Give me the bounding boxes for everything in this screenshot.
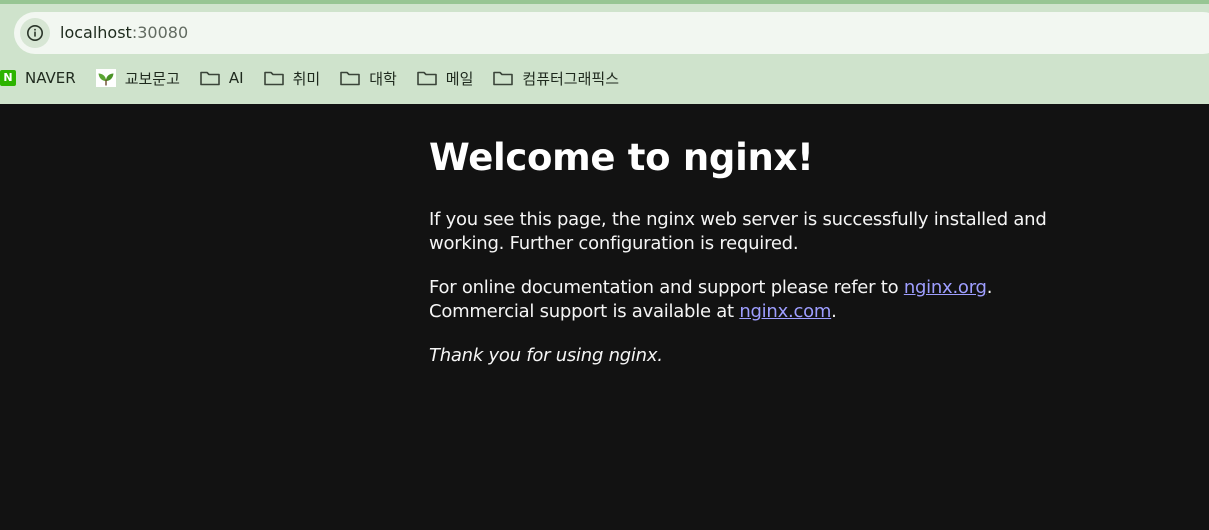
bookmark-label: 메일 [445, 69, 474, 88]
folder-icon [493, 70, 514, 86]
punctuation-period: . [986, 277, 993, 298]
thank-you-message: Thank you for using nginx. [429, 344, 1109, 368]
url-port: :30080 [131, 23, 189, 42]
folder-icon [200, 70, 220, 86]
bookmark-folder-university[interactable]: 대학 [330, 62, 407, 94]
bookmark-folder-mail[interactable]: 메일 [407, 62, 484, 94]
bookmark-label: AI [228, 69, 244, 87]
documentation-paragraph: For online documentation and support ple… [429, 276, 1109, 324]
commercial-support-text: Commercial support is available at [429, 301, 740, 322]
punctuation-period: . [831, 301, 837, 322]
browser-toolbar: localhost:30080 N NAVER 교보문고 AI 취미 대학 메일… [0, 4, 1209, 104]
info-circle-icon [26, 24, 44, 42]
address-bar[interactable]: localhost:30080 [14, 12, 1209, 54]
install-message: If you see this page, the nginx web serv… [429, 209, 1047, 254]
bookmark-label: 대학 [369, 69, 397, 88]
bookmarks-bar: N NAVER 교보문고 AI 취미 대학 메일 컴퓨터그래픽스 [0, 62, 629, 94]
folder-icon [416, 70, 437, 86]
documentation-text: For online documentation and support ple… [429, 277, 904, 298]
naver-logo-icon: N [0, 70, 16, 86]
site-info-button[interactable] [20, 18, 50, 48]
kyobo-logo-icon [95, 69, 116, 87]
url-host: localhost [60, 23, 132, 42]
page-content: Welcome to nginx! If you see this page, … [429, 104, 1109, 368]
bookmark-label: 취미 [292, 69, 321, 88]
bookmark-label: NAVER [25, 69, 76, 87]
bookmark-naver[interactable]: N NAVER [0, 62, 86, 94]
url-text[interactable]: localhost:30080 [60, 12, 188, 54]
bookmark-label: 컴퓨터그래픽스 [522, 69, 620, 88]
folder-icon [340, 70, 360, 86]
nginx-com-link[interactable]: nginx.com [739, 301, 831, 322]
thank-you-text: Thank you for using nginx. [429, 345, 663, 366]
nginx-org-link[interactable]: nginx.org [904, 277, 987, 298]
folder-icon [263, 70, 284, 86]
bookmark-label: 교보문고 [124, 69, 180, 88]
page-title: Welcome to nginx! [429, 136, 814, 179]
bookmark-kyobo[interactable]: 교보문고 [86, 62, 190, 94]
bookmark-folder-computer-graphics[interactable]: 컴퓨터그래픽스 [483, 62, 629, 94]
bookmark-folder-ai[interactable]: AI [190, 62, 254, 94]
bookmark-folder-hobby[interactable]: 취미 [254, 62, 331, 94]
